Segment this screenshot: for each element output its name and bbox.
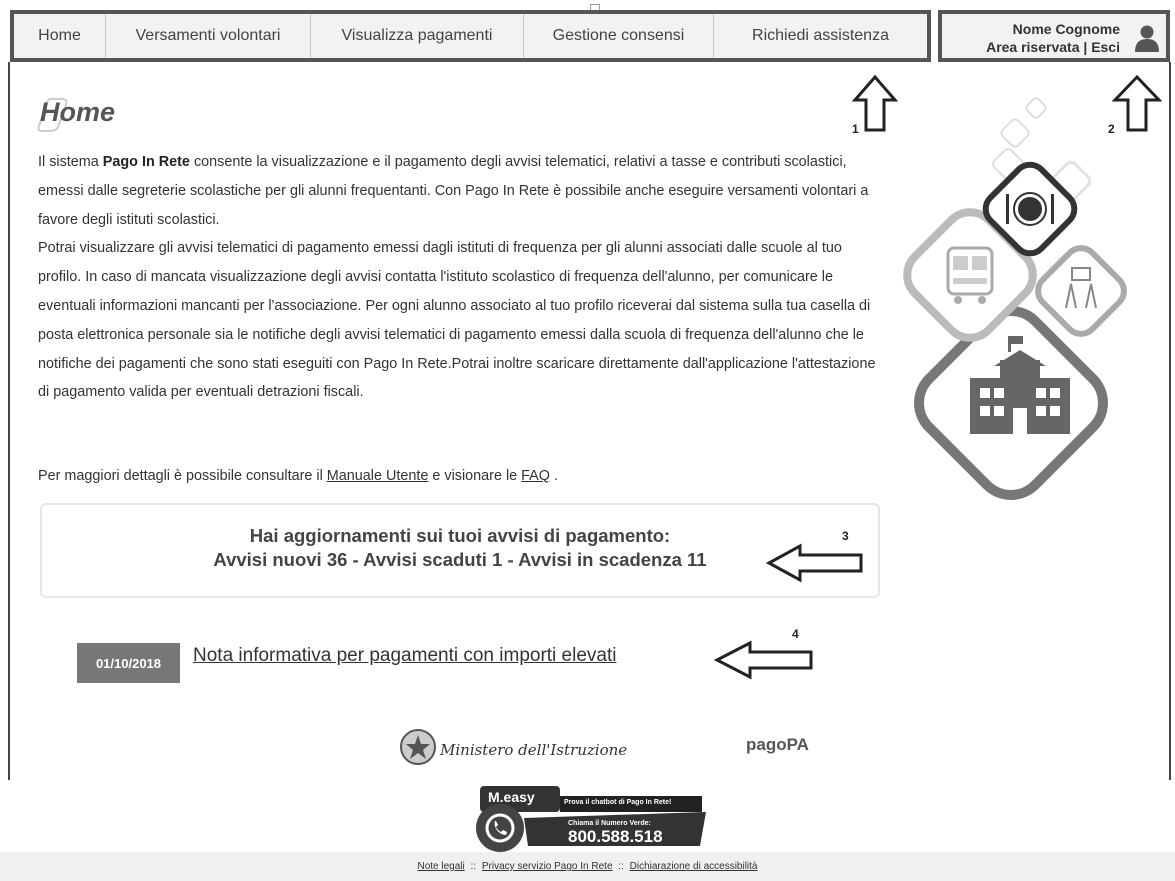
logout-link[interactable]: Esci bbox=[1091, 39, 1120, 55]
faq-link[interactable]: FAQ bbox=[521, 468, 550, 484]
school-services-illustration bbox=[903, 97, 1127, 500]
legal-notes-link[interactable]: Note legali bbox=[418, 861, 465, 872]
accessibility-link[interactable]: Dichiarazione di accessibilità bbox=[630, 861, 758, 872]
content-frame-left bbox=[8, 62, 10, 780]
footer-separator: :: bbox=[618, 861, 624, 872]
italian-emblem-icon bbox=[400, 729, 436, 765]
nav-item-home[interactable]: Home bbox=[14, 14, 106, 58]
nav-item-visualizza-pagamenti[interactable]: Visualizza pagamenti bbox=[311, 14, 524, 58]
details-line: Per maggiori dettagli è possibile consul… bbox=[38, 468, 558, 484]
ministry-logo-text: Ministero dell'Istruzione bbox=[440, 741, 628, 759]
nav-item-richiedi-assistenza[interactable]: Richiedi assistenza bbox=[714, 14, 927, 58]
intro-paragraph-1: Il sistema Pago In Rete consente la visu… bbox=[38, 148, 888, 234]
privacy-link[interactable]: Privacy servizio Pago In Rete bbox=[482, 861, 613, 872]
notice-line-1: Hai aggiornamenti sui tuoi avvisi di pag… bbox=[249, 525, 671, 546]
user-icon[interactable] bbox=[1134, 24, 1160, 52]
payment-notice-box[interactable]: Hai aggiornamenti sui tuoi avvisi di pag… bbox=[40, 503, 880, 598]
notice-line-2: Avvisi nuovi 36 - Avvisi scaduti 1 - Avv… bbox=[213, 549, 707, 570]
user-links-separator: | bbox=[1083, 39, 1088, 55]
user-panel: Nome Cognome Area riservata | Esci bbox=[938, 10, 1170, 62]
details-prefix: Per maggiori dettagli è possibile consul… bbox=[38, 468, 327, 484]
user-name: Nome Cognome bbox=[1012, 21, 1120, 37]
meeasy-phone-number: 800.588.518 bbox=[568, 827, 663, 846]
annotation-label-3: 3 bbox=[842, 529, 849, 543]
details-suffix: . bbox=[549, 468, 558, 484]
meeasy-chatbot-banner[interactable]: M.easy Prova il chatbot di Pago In Rete!… bbox=[468, 784, 714, 856]
content-frame-right bbox=[1169, 62, 1171, 780]
nav-item-versamenti-volontari[interactable]: Versamenti volontari bbox=[106, 14, 311, 58]
footer-links: Note legali :: Privacy servizio Pago In … bbox=[0, 852, 1175, 881]
meeasy-chatbot-text: Prova il chatbot di Pago In Rete! bbox=[564, 799, 672, 806]
footer-separator: :: bbox=[470, 861, 477, 872]
news-date-badge: 01/10/2018 bbox=[77, 643, 180, 683]
pagopa-logo: pagoPA bbox=[746, 735, 809, 754]
annotation-label-4: 4 bbox=[792, 627, 799, 641]
intro-text: Il sistema Pago In Rete consente la visu… bbox=[38, 148, 888, 407]
phone-icon bbox=[485, 813, 515, 843]
intro-prefix: Il sistema bbox=[38, 154, 103, 170]
reserved-area-link[interactable]: Area riservata bbox=[986, 39, 1079, 55]
nav-item-gestione-consensi[interactable]: Gestione consensi bbox=[524, 14, 714, 58]
manual-link[interactable]: Manuale Utente bbox=[327, 468, 429, 484]
left-arrow-icon bbox=[714, 640, 813, 680]
meeasy-call-label: Chiama il Numero Verde: bbox=[568, 820, 651, 827]
left-arrow-icon bbox=[766, 543, 863, 583]
meeasy-brand: M.easy bbox=[488, 789, 535, 805]
intro-paragraph-2: Potrai visualizzare gli avvisi telematic… bbox=[38, 240, 876, 401]
brand-name: Pago In Rete bbox=[102, 154, 190, 170]
user-links: Area riservata | Esci bbox=[986, 39, 1120, 55]
annotation-label-1: 1 bbox=[852, 122, 859, 136]
main-navigation: Home Versamenti volontari Visualizza pag… bbox=[10, 10, 931, 62]
news-link[interactable]: Nota informativa per pagamenti con impor… bbox=[193, 645, 616, 667]
page-title: Home bbox=[40, 97, 116, 127]
details-middle: e visionare le bbox=[428, 468, 522, 484]
